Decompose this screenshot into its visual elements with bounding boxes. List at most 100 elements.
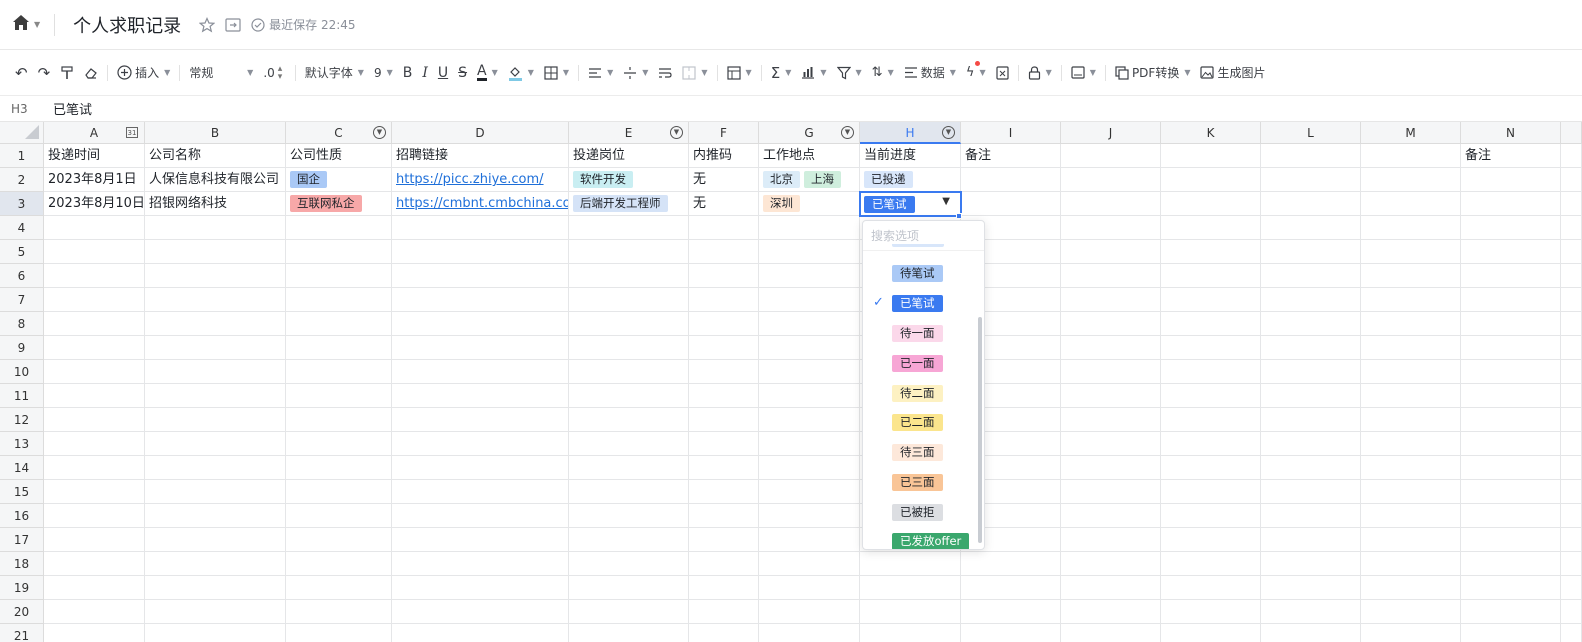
empty-cell[interactable] — [286, 216, 392, 240]
empty-cell[interactable] — [392, 216, 569, 240]
empty-cell[interactable] — [1461, 552, 1561, 576]
empty-cell[interactable] — [1061, 432, 1161, 456]
empty-cell[interactable] — [286, 384, 392, 408]
dropdown-option-icon[interactable]: ▼ — [373, 126, 386, 139]
empty-cell[interactable] — [689, 600, 759, 624]
empty-cell[interactable] — [44, 360, 145, 384]
chart-button[interactable]: ▼ — [796, 59, 831, 87]
move-to-icon[interactable] — [225, 17, 241, 32]
empty-cell[interactable] — [286, 432, 392, 456]
empty-cell[interactable] — [1361, 240, 1461, 264]
cell-e2[interactable]: 软件开发 — [569, 168, 689, 192]
empty-cell[interactable] — [1261, 216, 1361, 240]
empty-cell[interactable] — [1161, 504, 1261, 528]
vertical-align-button[interactable]: ▼ — [618, 59, 653, 87]
row-header[interactable]: 2 — [0, 168, 44, 192]
empty-cell[interactable] — [1561, 192, 1582, 216]
empty-cell[interactable] — [392, 576, 569, 600]
empty-cell[interactable] — [1361, 456, 1461, 480]
empty-cell[interactable] — [1561, 576, 1582, 600]
empty-cell[interactable] — [569, 240, 689, 264]
empty-cell[interactable] — [1461, 168, 1561, 192]
dropdown-option-icon[interactable]: ▼ — [841, 126, 854, 139]
generate-image-button[interactable]: 生成图片 — [1195, 59, 1270, 87]
empty-cell[interactable] — [145, 432, 286, 456]
empty-cell[interactable] — [1261, 336, 1361, 360]
recruitment-link[interactable]: https://picc.zhiye.com/ — [396, 172, 544, 187]
empty-cell[interactable] — [569, 384, 689, 408]
empty-cell[interactable] — [1461, 576, 1561, 600]
empty-cell[interactable] — [759, 624, 860, 642]
empty-cell[interactable] — [961, 624, 1061, 642]
cell-e3[interactable]: 后端开发工程师 — [569, 192, 689, 216]
empty-cell[interactable] — [1461, 624, 1561, 642]
row-header[interactable]: 9 — [0, 336, 44, 360]
cell-b3[interactable]: 招银网络科技 — [145, 192, 286, 216]
empty-cell[interactable] — [145, 456, 286, 480]
empty-cell[interactable] — [44, 552, 145, 576]
empty-cell[interactable] — [689, 240, 759, 264]
empty-cell[interactable] — [759, 288, 860, 312]
empty-cell[interactable] — [689, 528, 759, 552]
empty-cell[interactable] — [1461, 216, 1561, 240]
empty-cell[interactable] — [569, 528, 689, 552]
row-header[interactable]: 6 — [0, 264, 44, 288]
empty-cell[interactable] — [961, 168, 1061, 192]
empty-cell[interactable] — [1061, 624, 1161, 642]
empty-cell[interactable] — [392, 240, 569, 264]
conditional-format-button[interactable]: ▼ — [722, 59, 757, 87]
font-size-select[interactable]: 9 ▼ — [369, 59, 398, 87]
dropdown-caret-icon[interactable]: ▼ — [942, 196, 950, 207]
empty-cell[interactable] — [392, 288, 569, 312]
row-header[interactable]: 12 — [0, 408, 44, 432]
dropdown-option[interactable]: 已一面 — [863, 353, 979, 375]
empty-cell[interactable] — [1061, 192, 1161, 216]
empty-cell[interactable] — [392, 432, 569, 456]
empty-cell[interactable] — [145, 336, 286, 360]
empty-cell[interactable] — [1561, 552, 1582, 576]
cell-a2[interactable]: 2023年8月1日 — [44, 168, 145, 192]
empty-cell[interactable] — [1161, 552, 1261, 576]
empty-cell[interactable] — [286, 360, 392, 384]
empty-cell[interactable] — [1061, 240, 1161, 264]
empty-cell[interactable] — [759, 312, 860, 336]
dropdown-option[interactable]: 已二面 — [863, 412, 979, 434]
empty-cell[interactable] — [1061, 504, 1161, 528]
empty-cell[interactable] — [1261, 624, 1361, 642]
empty-cell[interactable] — [1061, 528, 1161, 552]
empty-cell[interactable] — [145, 600, 286, 624]
empty-cell[interactable] — [145, 288, 286, 312]
row-header[interactable]: 7 — [0, 288, 44, 312]
data-menu-button[interactable]: 数据 ▼ — [899, 59, 961, 87]
empty-cell[interactable] — [1461, 360, 1561, 384]
empty-cell[interactable] — [689, 216, 759, 240]
empty-cell[interactable] — [1361, 504, 1461, 528]
dropdown-scrollbar[interactable] — [978, 317, 982, 543]
cell-d1[interactable]: 招聘链接 — [392, 144, 569, 168]
empty-cell[interactable] — [759, 336, 860, 360]
cell-g2[interactable]: 北京 上海 — [759, 168, 860, 192]
empty-cell[interactable] — [1361, 336, 1461, 360]
empty-cell[interactable] — [1161, 192, 1261, 216]
empty-cell[interactable] — [759, 360, 860, 384]
empty-cell[interactable] — [1261, 312, 1361, 336]
empty-cell[interactable] — [1161, 312, 1261, 336]
empty-cell[interactable] — [1061, 456, 1161, 480]
empty-cell[interactable] — [1361, 288, 1461, 312]
empty-cell[interactable] — [689, 552, 759, 576]
empty-cell[interactable] — [392, 528, 569, 552]
row-header[interactable]: 15 — [0, 480, 44, 504]
empty-cell[interactable] — [44, 432, 145, 456]
empty-cell[interactable] — [1561, 240, 1582, 264]
empty-cell[interactable] — [392, 360, 569, 384]
empty-cell[interactable] — [961, 600, 1061, 624]
row-header[interactable]: 10 — [0, 360, 44, 384]
dropdown-option[interactable]: 待二面 — [863, 383, 979, 405]
cell-d3[interactable]: https://cmbnt.cmbchina.com/ — [392, 192, 569, 216]
empty-cell[interactable] — [392, 264, 569, 288]
column-header-n[interactable]: N — [1461, 122, 1561, 144]
empty-cell[interactable] — [1261, 168, 1361, 192]
cell-g3[interactable]: 深圳 — [759, 192, 860, 216]
empty-cell[interactable] — [1561, 600, 1582, 624]
cell-f1[interactable]: 内推码 — [689, 144, 759, 168]
